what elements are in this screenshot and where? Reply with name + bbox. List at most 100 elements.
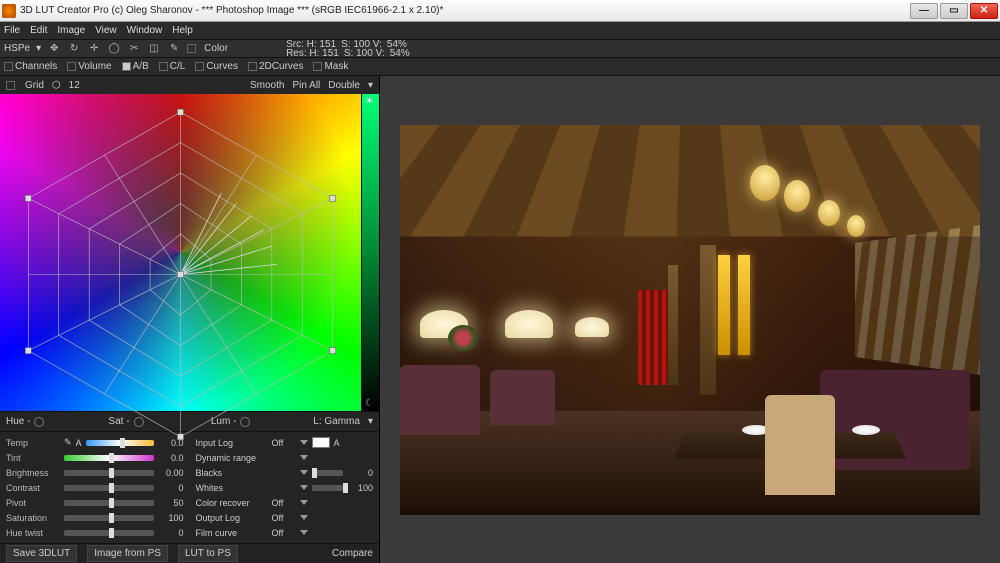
slider-label: Hue twist [6,528,60,538]
window-title: 3D LUT Creator Pro (c) Oleg Sharonov - *… [20,5,910,16]
scissors-tool-icon[interactable]: ✂ [127,42,141,56]
chevron-down-icon[interactable] [300,455,308,460]
menu-view[interactable]: View [95,25,117,36]
slider-state: Off [272,528,296,538]
crosshair-tool-icon[interactable]: ✛ [87,42,101,56]
toolbar: HSPe ▾ ✥ ↻ ✛ ◯ ✂ ◫ ✎ Color Src: H: 151 S… [0,40,1000,58]
slider-dynamic-range[interactable]: Dynamic range [196,451,374,464]
grid-size-value[interactable]: 12 [69,80,80,91]
tab-cl[interactable]: C/L [159,61,186,72]
slider-film-curve[interactable]: Film curveOff [196,526,374,539]
menu-edit[interactable]: Edit [30,25,47,36]
lasso-tool-icon[interactable]: ◯ [107,42,121,56]
slider-color-recover[interactable]: Color recoverOff [196,496,374,509]
tab-mask[interactable]: Mask [313,61,348,72]
slider-value: 0.0 [158,453,184,463]
tab-2dcurves[interactable]: 2DCurves [248,61,303,72]
slider-hue-twist[interactable]: Hue twist0 [6,526,184,539]
double-button[interactable]: Double [328,80,360,91]
menu-window[interactable]: Window [127,25,163,36]
grid-label: Grid [25,80,44,91]
tab-ab[interactable]: A/B [122,61,149,72]
slider-pivot[interactable]: Pivot 50 [6,496,184,509]
color-readout: Src: H: 151 S: 100 V: 54% Res: H: 151 S:… [286,40,410,58]
move-tool-icon[interactable]: ✥ [47,42,61,56]
mode-dropdown[interactable]: HSPe [4,43,30,54]
tab-volume[interactable]: Volume [67,61,111,72]
image-from-ps-button[interactable]: Image from PS [87,545,168,562]
maximize-button[interactable]: ▭ [940,3,968,19]
slider-value: 100 [158,513,184,523]
slider-value: 0.00 [158,468,184,478]
slider-track[interactable] [64,500,154,506]
moon-icon: ☾ [365,398,374,409]
menu-bar: File Edit Image View Window Help [0,22,1000,40]
slider-label: Pivot [6,498,60,508]
slider-saturation[interactable]: Saturation 100 [6,511,184,524]
chevron-down-icon[interactable] [300,500,308,505]
slider-track[interactable] [64,470,154,476]
menu-image[interactable]: Image [57,25,85,36]
tab-curves[interactable]: Curves [195,61,238,72]
slider-contrast[interactable]: Contrast 0 [6,481,184,494]
slider-brightness[interactable]: Brightness 0.00 [6,466,184,479]
color-swatch-1[interactable] [234,42,254,56]
luminance-slider[interactable]: ☀ ☾ [361,94,379,411]
save-3dlut-button[interactable]: Save 3DLUT [6,545,77,562]
bottom-bar: Save 3DLUT Image from PS LUT to PS Compa… [0,543,379,563]
panel-tabs: Channels Volume A/B C/L Curves 2DCurves … [0,58,1000,76]
chevron-down-icon[interactable] [300,470,308,475]
slider-label: Color recover [196,498,268,508]
slider-track[interactable] [64,485,154,491]
color-label: Color [204,43,228,54]
slider-track[interactable] [64,530,154,536]
slider-track[interactable] [64,515,154,521]
menu-help[interactable]: Help [172,25,193,36]
color-grid-area[interactable]: ☀ ☾ [0,94,379,411]
grid-shape-icon[interactable]: ⬡ [52,80,61,91]
menu-file[interactable]: File [4,25,20,36]
smooth-button[interactable]: Smooth [250,80,284,91]
slider-label: Saturation [6,513,60,523]
chevron-down-icon[interactable] [300,515,308,520]
slider-label: Tint [6,453,60,463]
slider-track[interactable] [312,470,344,476]
minimize-button[interactable]: — [910,3,938,19]
slider-track[interactable] [312,485,344,491]
slider-track[interactable] [86,440,154,446]
eyedropper-icon[interactable]: ✎ [167,42,181,56]
window-titlebar: 3D LUT Creator Pro (c) Oleg Sharonov - *… [0,0,1000,22]
compare-button[interactable]: Compare [332,548,373,559]
chevron-down-icon[interactable] [300,485,308,490]
slider-whites[interactable]: Whites100 [196,481,374,494]
slider-label: Brightness [6,468,60,478]
grid-options-bar: Grid ⬡ 12 Smooth Pin All Double ▾ [0,76,379,94]
slider-label: Blacks [196,468,268,478]
slider-label: Contrast [6,483,60,493]
grid-checkbox[interactable] [6,81,15,90]
slider-output-log[interactable]: Output LogOff [196,511,374,524]
color-swatch-2[interactable] [260,42,280,56]
rotate-tool-icon[interactable]: ↻ [67,42,81,56]
slider-state: Off [272,513,296,523]
chevron-down-icon[interactable]: ▾ [36,43,41,54]
chevron-down-icon[interactable] [300,530,308,535]
tab-channels[interactable]: Channels [4,61,57,72]
close-button[interactable]: ✕ [970,3,998,19]
slider-blacks[interactable]: Blacks0 [196,466,374,479]
hex-mesh[interactable] [8,102,353,447]
image-preview[interactable] [380,76,1000,563]
chevron-down-icon[interactable]: ▾ [368,80,373,91]
preview-photo [400,125,980,515]
app-icon [2,4,16,18]
slider-tint[interactable]: Tint 0.0 [6,451,184,464]
sliders-panel: Temp✎A0.0Tint0.0Brightness0.00Contrast0P… [0,431,379,543]
slider-value: 0 [158,483,184,493]
crop-tool-icon[interactable]: ◫ [147,42,161,56]
color-checkbox[interactable] [187,44,196,53]
slider-track[interactable] [64,455,154,461]
chevron-down-icon[interactable]: ▾ [368,416,373,427]
lut-to-ps-button[interactable]: LUT to PS [178,545,238,562]
slider-value: 50 [158,498,184,508]
pinall-button[interactable]: Pin All [292,80,320,91]
